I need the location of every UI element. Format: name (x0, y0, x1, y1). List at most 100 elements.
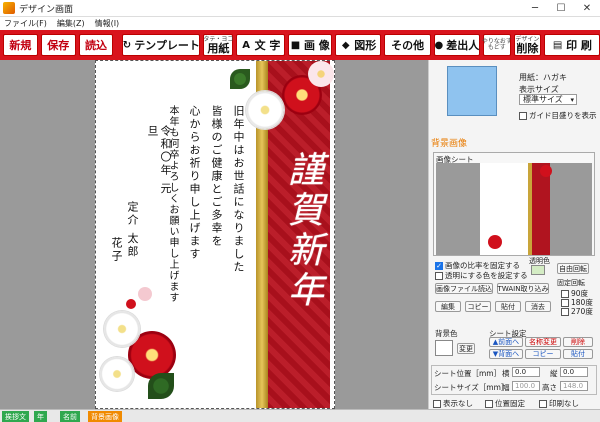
bg-color-swatch[interactable] (435, 340, 453, 356)
rename-button[interactable]: 名称変更 (525, 337, 561, 347)
greeting-line-1[interactable]: 旧年中はお世話になりました (232, 105, 245, 315)
greeting-line-2[interactable]: 皆様のご健康とご多幸を (210, 105, 223, 315)
delete-sheet-button[interactable]: 削除 (563, 337, 593, 347)
date-line[interactable]: 令和〇年 元旦 (146, 125, 172, 205)
paper-type-label: 用紙：ハガキ (519, 73, 567, 82)
sender-button[interactable]: ● 差出人 (433, 34, 480, 56)
maximize-icon[interactable]: ☐ (548, 0, 574, 17)
transparent-color-swatch[interactable] (531, 265, 545, 275)
hide-checkbox[interactable]: 表示なし (433, 398, 473, 409)
bring-front-button[interactable]: ▲前面へ (489, 337, 523, 347)
lock-position-checkbox[interactable]: 位置固定 (485, 398, 525, 409)
rotate-270-checkbox[interactable]: 270度 (561, 306, 593, 317)
menu-file[interactable]: ファイル(F) (4, 18, 47, 29)
template-label: テンプレート (134, 39, 200, 52)
image-label: 画 像 (303, 39, 330, 52)
delete-design-button[interactable]: デザイン 削除 (513, 34, 541, 56)
fix-ratio-check-box[interactable]: ✓ (435, 261, 443, 270)
new-button[interactable]: 新規 (3, 34, 38, 56)
free-rotate-button[interactable]: 自由回転 (557, 263, 589, 274)
image-button[interactable]: ■ 画 像 (287, 34, 333, 56)
image-sheet-preview[interactable] (436, 163, 592, 255)
bg-color-label: 背景色 (435, 329, 458, 338)
sheet-geometry-box: シート位置［mm］ 横 0.0 縦 0.0 シートサイズ［mm］ 幅 100.0… (431, 365, 597, 395)
close-icon[interactable]: ✕ (574, 0, 600, 17)
no-print-label: 印刷なし (549, 399, 579, 408)
other-button[interactable]: その他 (384, 34, 431, 56)
paste-sheet-button[interactable]: 貼付 (563, 349, 593, 359)
paste-button[interactable]: 貼付 (495, 301, 521, 312)
printer-icon: ▤ (552, 39, 563, 51)
sender-line-1[interactable]: 定介 太郎 (126, 201, 139, 281)
paper-button[interactable]: タテ・ヨコ 用紙 (203, 34, 233, 56)
copy-sheet-button[interactable]: コピー (525, 349, 561, 359)
preview-flower-bottom (488, 235, 502, 249)
petal-2 (126, 299, 136, 309)
tab-name[interactable]: 名前 (60, 411, 80, 422)
edit-button[interactable]: 編集 (435, 301, 461, 312)
rotate-270-box[interactable] (561, 307, 569, 316)
leaf-bottom (148, 373, 174, 399)
person-icon: ● (434, 39, 444, 51)
guide-check-label: ガイド目盛りを表示 (529, 111, 597, 120)
sheet-size-label: シートサイズ［mm］ (434, 383, 509, 392)
hide-box[interactable] (433, 399, 441, 408)
section-title: 背景画像 (431, 139, 468, 149)
title-bar: デザイン画面 ─ ☐ ✕ (0, 0, 600, 17)
petal-1 (138, 287, 152, 301)
redo-label[interactable]: もどす (488, 45, 506, 51)
shape-button[interactable]: ◆ 図形 (335, 34, 382, 56)
erase-button[interactable]: 消去 (525, 301, 551, 312)
paper-thumbnail (447, 66, 497, 116)
change-color-button[interactable]: 変更 (457, 343, 475, 354)
display-size-select[interactable]: 標準サイズ ▾ (519, 94, 577, 105)
display-size-value: 標準サイズ (523, 95, 563, 104)
sender-line-2[interactable]: 花子 (110, 237, 123, 277)
guide-checkbox[interactable]: ガイド目盛りを表示 (519, 110, 597, 121)
tab-year[interactable]: 年 (34, 411, 47, 422)
send-back-button[interactable]: ▼背面へ (489, 349, 523, 359)
delete-label: 削除 (516, 41, 539, 55)
save-button[interactable]: 保存 (40, 34, 76, 56)
main-toolbar: 新規 保存 読込 ↻ テンプレート タテ・ヨコ 用紙 A 文 字 ■ 画 像 ◆… (0, 30, 600, 60)
text-label: 文 字 (254, 39, 281, 52)
print-button[interactable]: ▤ 印 刷 (543, 34, 600, 56)
template-icon: ↻ (122, 39, 132, 51)
template-button[interactable]: ↻ テンプレート (122, 34, 201, 56)
menu-edit[interactable]: 編集(Z) (57, 18, 85, 29)
height-field[interactable]: 148.0 (560, 381, 588, 391)
load-button[interactable]: 読込 (78, 34, 114, 56)
x-position-field[interactable]: 0.0 (512, 367, 540, 377)
no-print-checkbox[interactable]: 印刷なし (539, 398, 579, 409)
shape-icon: ◆ (341, 39, 350, 51)
text-icon: A (242, 39, 250, 51)
kinga-shinnen-brush-text[interactable]: 謹賀新年 (272, 151, 328, 311)
postcard[interactable]: 謹賀新年 旧年中はお世話になりました 皆様のご健康とご多幸を 心からお祈り申し上… (95, 60, 335, 409)
tab-greeting[interactable]: 挨拶文 (2, 411, 29, 422)
width-field[interactable]: 100.0 (512, 381, 540, 391)
rotate-270-label: 270度 (571, 307, 593, 316)
transparent-check-box[interactable] (435, 271, 443, 280)
y-position-field[interactable]: 0.0 (560, 367, 588, 377)
load-image-file-button[interactable]: 画像ファイル読込 (435, 283, 493, 294)
design-canvas[interactable]: 謹賀新年 旧年中はお世話になりました 皆様のご健康とご多幸を 心からお祈り申し上… (0, 60, 428, 409)
lock-position-box[interactable] (485, 399, 493, 408)
no-print-box[interactable] (539, 399, 547, 408)
text-button[interactable]: A 文 字 (236, 34, 285, 56)
copy-button[interactable]: コピー (465, 301, 491, 312)
x-label: 横 (502, 369, 510, 378)
menu-info[interactable]: 情報(I) (95, 18, 120, 29)
twain-button[interactable]: TWAIN取り込み (497, 283, 549, 294)
minimize-icon[interactable]: ─ (522, 0, 548, 17)
guide-check-box[interactable] (519, 111, 527, 120)
undo-redo-button[interactable]: やりなおす もどす (482, 34, 512, 56)
transparent-checkbox[interactable]: 透明にする色を設定する (435, 270, 528, 281)
greeting-line-3[interactable]: 心からお祈り申し上げます (188, 105, 201, 315)
preview-flower-top (540, 165, 552, 177)
app-icon (3, 2, 15, 14)
properties-panel: 用紙：ハガキ 表示サイズ 標準サイズ ▾ ガイド目盛りを表示 背景画像 画像シー… (428, 60, 600, 409)
white-blossom-bottom-2 (100, 357, 134, 391)
layer-tab-bar: 挨拶文 年 名前 背景画像 (0, 409, 600, 422)
window-title: デザイン画面 (19, 4, 74, 15)
tab-background-image[interactable]: 背景画像 (88, 411, 122, 422)
